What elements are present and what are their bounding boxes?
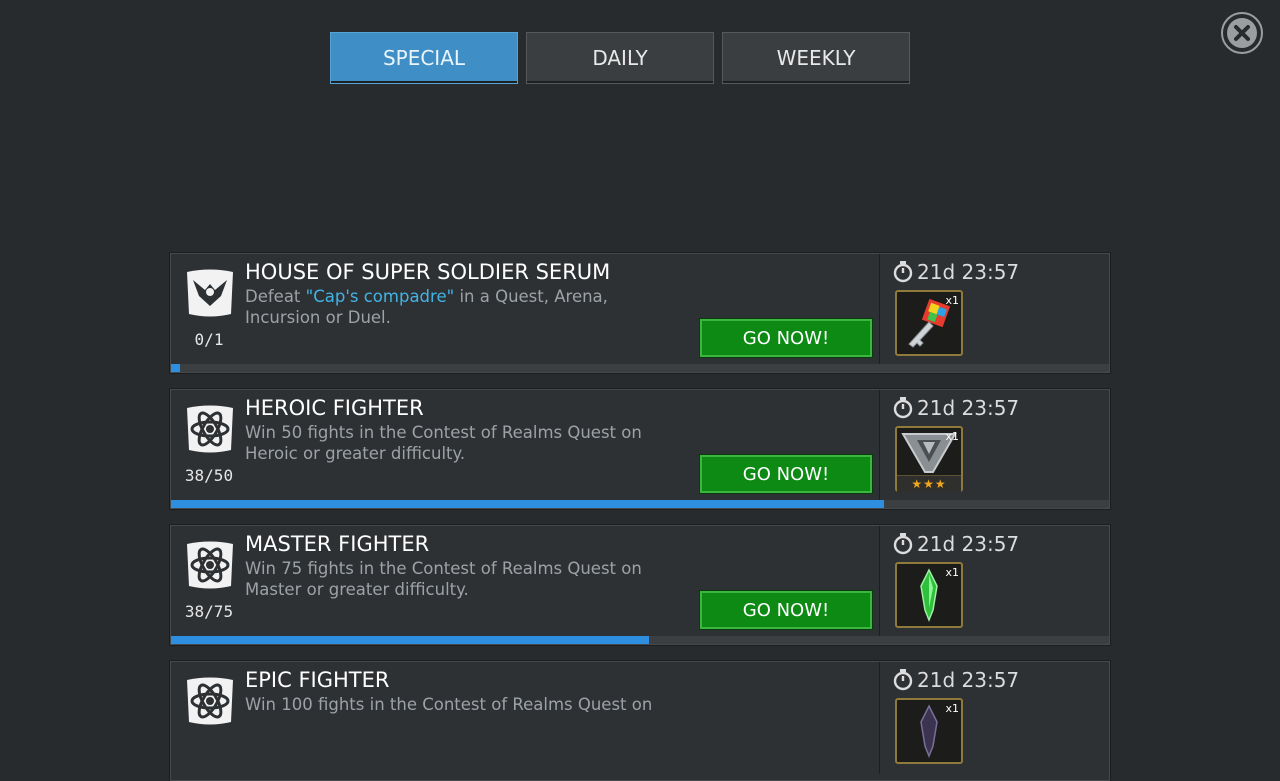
tab-weekly[interactable]: WEEKLY [722,32,910,84]
stopwatch-icon [893,669,913,691]
stopwatch-icon [893,397,913,419]
quest-timer: 21d 23:57 [893,668,1019,692]
quest-timer: 21d 23:57 [893,532,1019,556]
quest-timer: 21d 23:57 [893,396,1019,420]
reward-quantity: x1 [945,702,959,715]
rarity-stars: ★★★ [897,475,961,492]
reward-item[interactable]: x1 ★★★ [895,426,963,492]
quest-description: Defeat "Cap's compadre" in a Quest, Aren… [245,287,608,327]
quest-progress-count: 0/1 [194,330,224,349]
tab-bar: SPECIAL DAILY WEEKLY [330,32,910,84]
quest-description: Win 75 fights in the Contest of Realms Q… [245,559,642,599]
quest-card-epic-fighter: EPIC FIGHTER Win 100 fights in the Conte… [170,661,1110,781]
go-now-button[interactable]: GO NOW! [700,319,872,357]
go-now-button[interactable]: GO NOW! [700,591,872,629]
quest-card-master-fighter: MASTER FIGHTER Win 75 fights in the Cont… [170,525,1110,645]
quest-progress-count: 38/75 [184,602,234,621]
quest-progress-bar [171,636,1109,644]
reward-item[interactable]: x1 [895,562,963,628]
stopwatch-icon [893,261,913,283]
divider [879,526,880,638]
atom-emblem-icon [183,538,237,592]
eagle-emblem-icon [183,266,237,320]
quest-highlight-text: "Cap's compadre" [305,287,455,306]
reward-quantity: x1 [945,294,959,307]
quest-progress-count: 38/50 [184,466,234,485]
reward-quantity: x1 [945,566,959,579]
quest-title: HOUSE OF SUPER SOLDIER SERUM [245,260,611,284]
reward-item[interactable]: x1 [895,290,963,356]
tab-daily[interactable]: DAILY [526,32,714,84]
quest-timer: 21d 23:57 [893,260,1019,284]
quest-description: Win 100 fights in the Contest of Realms … [245,695,653,714]
stopwatch-icon [893,533,913,555]
atom-emblem-icon [183,402,237,456]
quest-card-heroic-fighter: HEROIC FIGHTER Win 50 fights in the Cont… [170,389,1110,509]
close-icon [1227,18,1257,48]
divider [879,662,880,774]
reward-item[interactable]: x1 [895,698,963,764]
divider [879,254,880,366]
quest-progress-bar [171,500,1109,508]
divider [879,390,880,502]
quest-progress-bar [171,364,1109,372]
quest-title: EPIC FIGHTER [245,668,390,692]
close-button[interactable] [1221,12,1263,54]
quest-title: HEROIC FIGHTER [245,396,424,420]
quest-description: Win 50 fights in the Contest of Realms Q… [245,423,642,463]
tab-special[interactable]: SPECIAL [330,32,518,84]
quest-card-super-soldier-serum: HOUSE OF SUPER SOLDIER SERUM Defeat "Cap… [170,253,1110,373]
go-now-button[interactable]: GO NOW! [700,455,872,493]
reward-quantity: x1 [945,430,959,443]
quest-title: MASTER FIGHTER [245,532,430,556]
